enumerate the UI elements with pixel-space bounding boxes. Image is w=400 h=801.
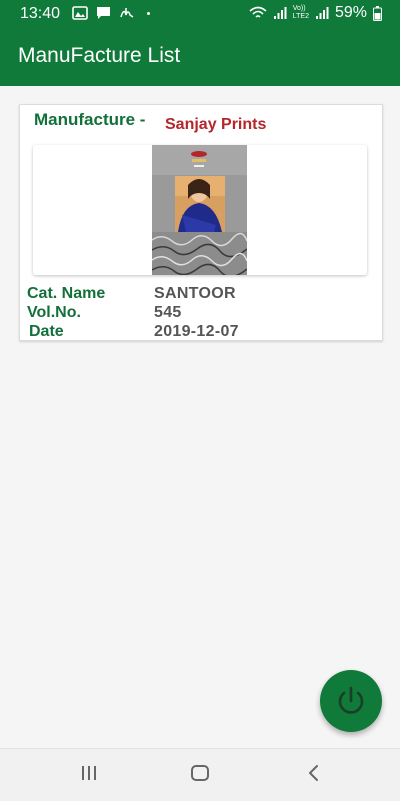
status-right: Vo)) LTE2 59% (249, 4, 382, 22)
wifi-icon (249, 6, 267, 18)
catalog-name-label: Cat. Name (27, 285, 106, 302)
navigation-bar (0, 748, 400, 801)
message-icon (97, 7, 110, 19)
volume-label: Vol.No. (27, 304, 81, 321)
volume-value: 545 (154, 304, 182, 321)
status-bar: 13:40 Vo)) LTE2 59% (0, 0, 400, 28)
manufacture-card[interactable]: Manufacture - Sanjay Prints Cat. Name SA… (19, 104, 383, 341)
manufacture-value: Sanjay Prints (165, 116, 267, 133)
manufacture-label: Manufacture - (34, 110, 146, 129)
battery-icon (373, 5, 382, 21)
dot-icon (147, 11, 150, 15)
page-title: ManuFacture List (18, 44, 181, 67)
recents-icon[interactable] (79, 763, 99, 783)
gallery-icon (72, 6, 88, 20)
app-bar: ManuFacture List (0, 28, 400, 86)
date-value: 2019-12-07 (154, 323, 239, 340)
catalog-name-value: SANTOOR (154, 285, 236, 302)
back-icon[interactable] (304, 763, 324, 783)
date-label: Date (29, 323, 64, 340)
catalog-image-box[interactable] (33, 145, 367, 275)
signal-icon (273, 7, 287, 19)
app-notification-icon (120, 8, 134, 18)
network-type: Vo)) LTE2 (292, 5, 309, 20)
status-time: 13:40 (20, 5, 61, 22)
home-icon[interactable] (190, 763, 210, 783)
notification-icons (72, 6, 150, 20)
battery-percent: 59% (334, 4, 367, 21)
catalog-cover-image[interactable] (152, 145, 247, 275)
signal-icon-2 (315, 7, 329, 19)
power-icon (338, 686, 364, 714)
power-button[interactable] (320, 670, 382, 732)
